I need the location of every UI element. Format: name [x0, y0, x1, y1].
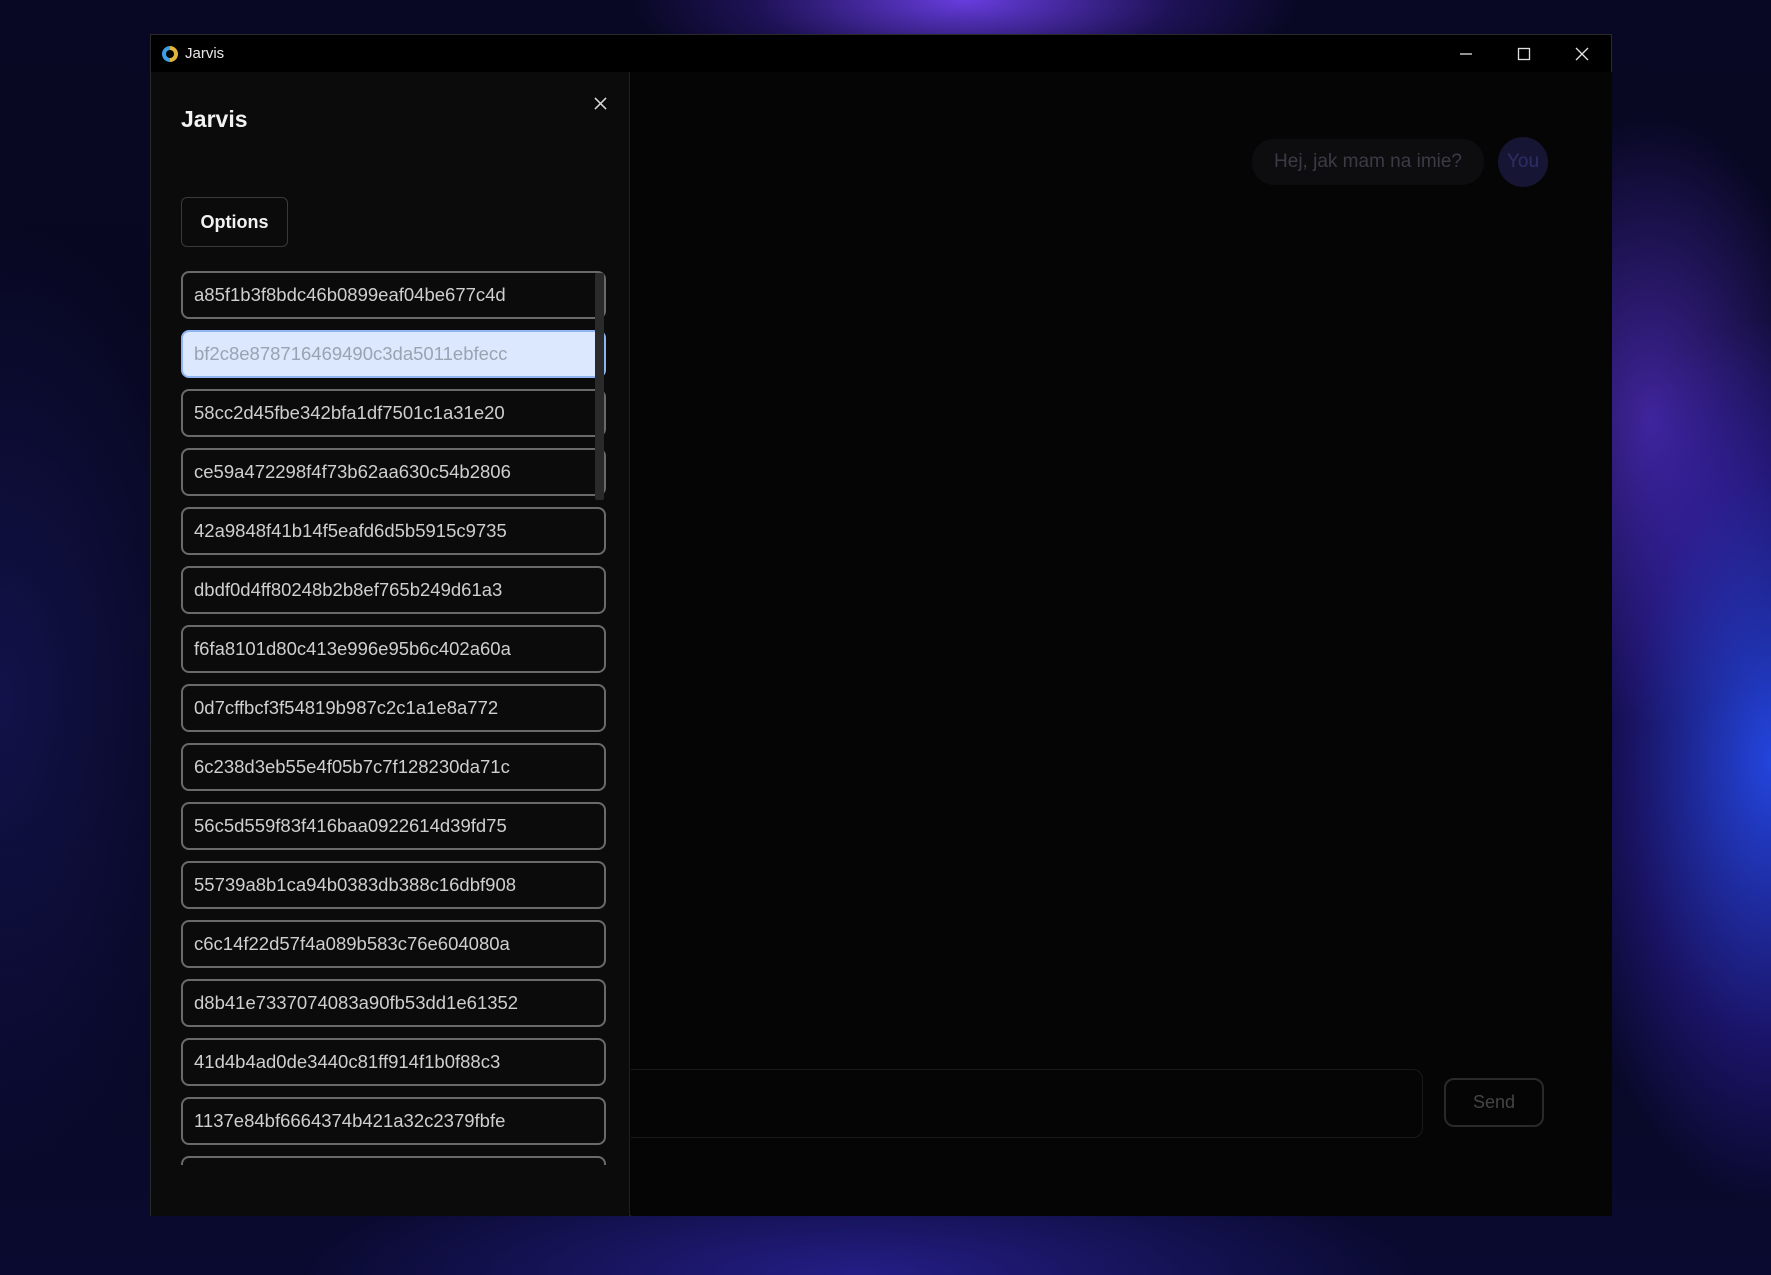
- close-icon: [1575, 47, 1589, 60]
- chat-list-item[interactable]: f6fa8101d80c413e996e95b6c402a60a: [181, 625, 606, 673]
- chat-list-item[interactable]: 6c238d3eb55e4f05b7c7f128230da71c: [181, 743, 606, 791]
- user-message-bubble: Hej, jak mam na imie?: [1252, 139, 1484, 185]
- maximize-icon: [1517, 47, 1531, 60]
- chat-list-item[interactable]: 1137e84bf6664374b421a32c2379fbfe: [181, 1097, 606, 1145]
- close-window-button[interactable]: [1553, 35, 1611, 72]
- chat-list-item[interactable]: 0d7cffbcf3f54819b987c2c1a1e8a772: [181, 684, 606, 732]
- user-avatar: You: [1498, 137, 1548, 187]
- options-button[interactable]: Options: [181, 197, 288, 247]
- chat-list-item[interactable]: d8b41e7337074083a90fb53dd1e61352: [181, 979, 606, 1027]
- window-title: Jarvis: [185, 45, 225, 62]
- chat-list-item[interactable]: dbdf0d4ff80248b2b8ef765b249d61a3: [181, 566, 606, 614]
- window-controls: [1437, 35, 1611, 72]
- minimize-button[interactable]: [1437, 35, 1495, 72]
- app-logo-icon: [162, 45, 178, 62]
- chat-list-item[interactable]: [181, 1156, 606, 1165]
- sidebar: Jarvis Options a85f1b3f8bdc46b0899eaf04b…: [151, 72, 630, 1216]
- send-button[interactable]: Send: [1444, 1078, 1544, 1127]
- chat-list-item[interactable]: ce59a472298f4f73b62aa630c54b2806: [181, 448, 606, 496]
- chat-list-scrollbar[interactable]: [595, 273, 604, 500]
- chat-list-item[interactable]: 42a9848f41b14f5eafd6d5b5915c9735: [181, 507, 606, 555]
- chat-list-item[interactable]: 41d4b4ad0de3440c81ff914f1b0f88c3: [181, 1038, 606, 1086]
- chat-list-item[interactable]: 58cc2d45fbe342bfa1df7501c1a31e20: [181, 389, 606, 437]
- chat-panel: Hej, jak mam na imie? You Send: [631, 72, 1612, 1216]
- title-bar[interactable]: Jarvis: [151, 35, 1611, 72]
- app-window: Jarvis Jarvis Options a85f1b3f8bdc46b089…: [150, 34, 1612, 1216]
- sidebar-close-button[interactable]: [589, 92, 611, 114]
- chat-list-item[interactable]: bf2c8e878716469490c3da5011ebfecc: [181, 330, 606, 378]
- chat-list-item[interactable]: 56c5d559f83f416baa0922614d39fd75: [181, 802, 606, 850]
- chat-list-item[interactable]: 55739a8b1ca94b0383db388c16dbf908: [181, 861, 606, 909]
- chat-history-list[interactable]: a85f1b3f8bdc46b0899eaf04be677c4d bf2c8e87…: [181, 271, 607, 1165]
- chat-list-item[interactable]: a85f1b3f8bdc46b0899eaf04be677c4d: [181, 271, 606, 319]
- sidebar-title: Jarvis: [181, 106, 248, 132]
- close-icon: [593, 96, 607, 110]
- minimize-icon: [1460, 52, 1472, 55]
- chat-list-item[interactable]: c6c14f22d57f4a089b583c76e604080a: [181, 920, 606, 968]
- message-row: Hej, jak mam na imie? You: [1252, 137, 1548, 187]
- message-input[interactable]: [631, 1069, 1423, 1138]
- maximize-button[interactable]: [1495, 35, 1553, 72]
